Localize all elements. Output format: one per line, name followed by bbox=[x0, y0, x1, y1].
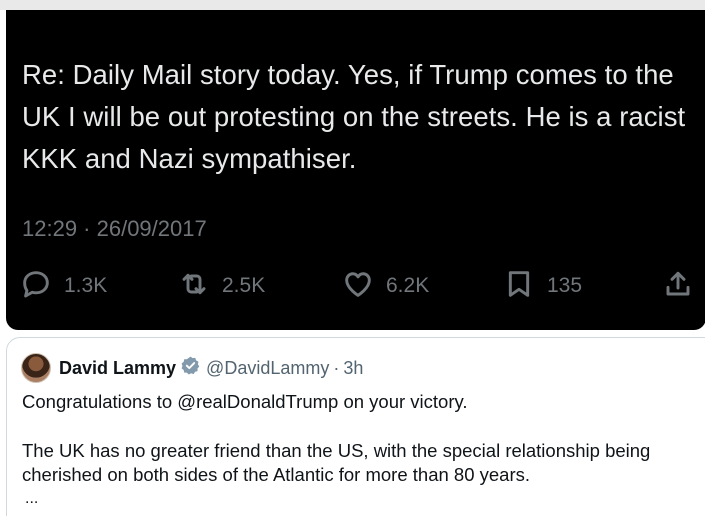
verified-icon bbox=[176, 355, 201, 381]
tweet-actions: 1.3K 2.5K 6.2K 135 bbox=[6, 266, 705, 306]
author-name[interactable]: David Lammy bbox=[59, 358, 176, 379]
share-button[interactable] bbox=[662, 266, 694, 306]
avatar[interactable] bbox=[21, 353, 51, 383]
tweet-text: Re: Daily Mail story today. Yes, if Trum… bbox=[22, 59, 686, 174]
repost-count: 2.5K bbox=[222, 274, 266, 297]
quote-text-line: cherished on both sides of the Atlantic … bbox=[22, 464, 531, 485]
bookmark-button[interactable]: 135 bbox=[503, 266, 582, 306]
top-strip bbox=[0, 0, 705, 10]
author-handle[interactable]: @DavidLammy bbox=[206, 358, 329, 379]
like-icon bbox=[342, 268, 374, 305]
quote-text-line: The UK has no greater friend than the US… bbox=[22, 440, 651, 461]
header-separator: · bbox=[333, 357, 340, 378]
quoted-tweet-card[interactable]: David Lammy @DavidLammy · 3h Congratulat… bbox=[6, 337, 705, 516]
like-count: 6.2K bbox=[386, 274, 430, 297]
bookmark-icon bbox=[503, 268, 535, 305]
share-icon bbox=[662, 268, 694, 305]
repost-button[interactable]: 2.5K bbox=[178, 266, 265, 306]
reply-icon bbox=[20, 268, 52, 305]
tweet-timestamp[interactable]: 12:29 · 26/09/2017 bbox=[22, 216, 207, 242]
like-button[interactable]: 6.2K bbox=[342, 266, 429, 306]
post-time[interactable]: 3h bbox=[343, 358, 363, 379]
reply-button[interactable]: 1.3K bbox=[20, 266, 107, 306]
quote-header: David Lammy @DavidLammy · 3h bbox=[21, 353, 363, 383]
dark-tweet-card: Re: Daily Mail story today. Yes, if Trum… bbox=[6, 10, 705, 330]
repost-icon bbox=[178, 268, 210, 305]
truncation-ellipsis: ... bbox=[25, 490, 39, 507]
quote-text-line: Congratulations to @realDonaldTrump on y… bbox=[22, 391, 468, 412]
bookmark-count: 135 bbox=[547, 274, 583, 297]
reply-count: 1.3K bbox=[64, 274, 108, 297]
